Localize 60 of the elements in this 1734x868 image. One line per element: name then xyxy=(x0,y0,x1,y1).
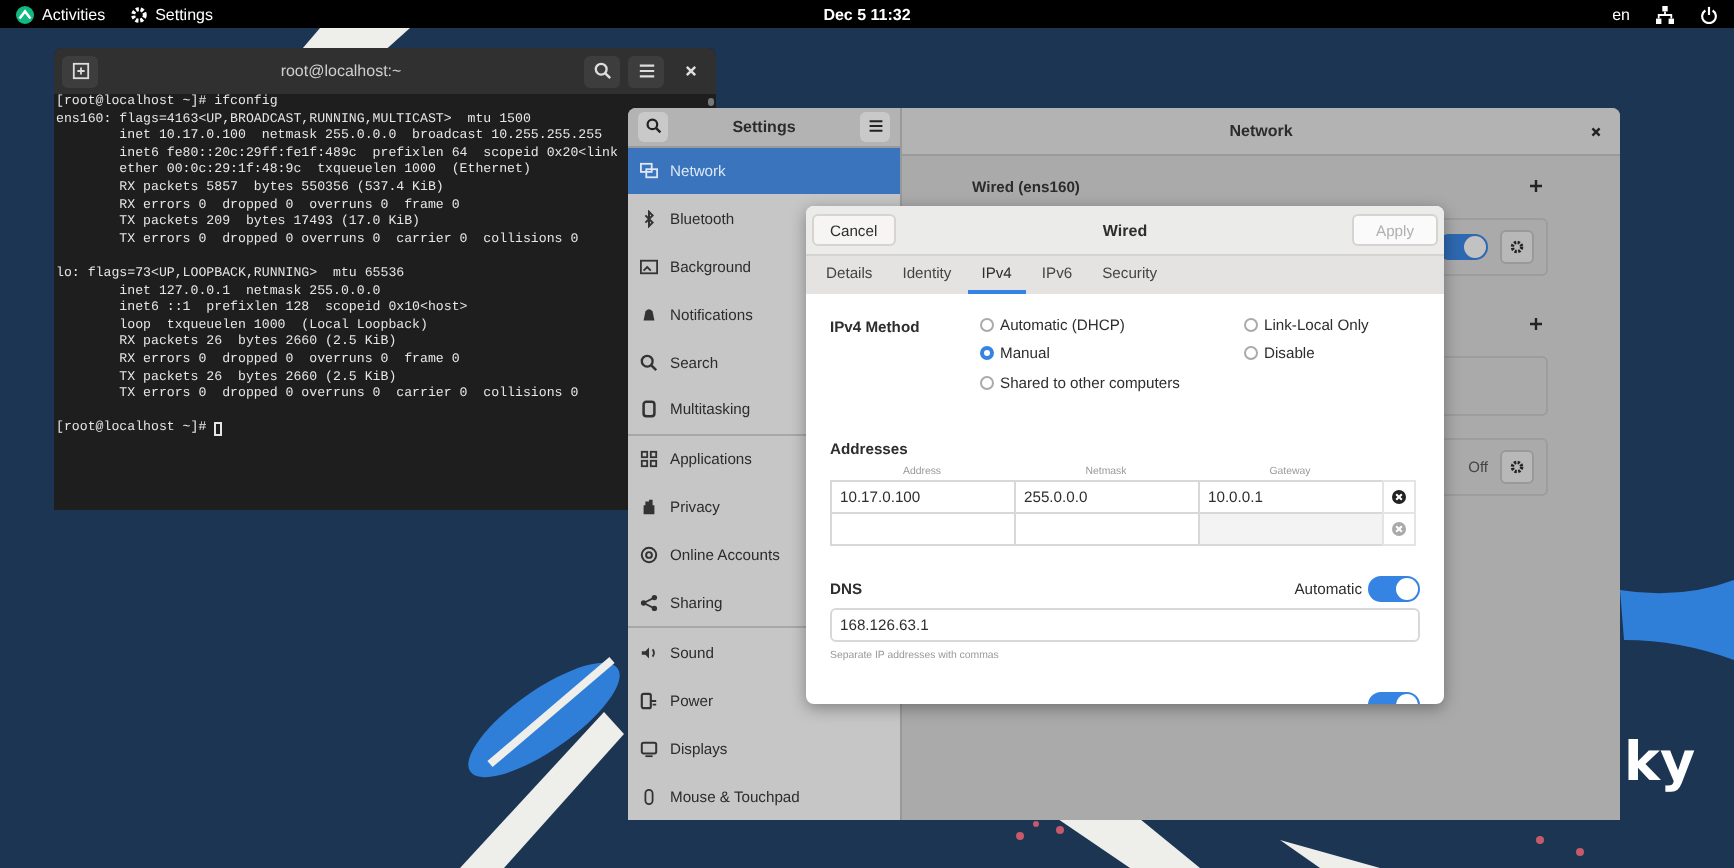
gear-icon xyxy=(1510,240,1524,254)
image-icon xyxy=(640,257,658,276)
window-title: Network xyxy=(1229,122,1293,140)
close-icon xyxy=(1590,126,1602,138)
radio-button[interactable] xyxy=(1244,317,1258,332)
app-menu-button[interactable]: Settings xyxy=(129,5,213,23)
remove-icon[interactable] xyxy=(1392,489,1406,503)
hand-icon xyxy=(640,498,658,517)
sidebar-title: Settings xyxy=(730,117,798,136)
keyboard-layout-indicator[interactable]: en xyxy=(1612,5,1630,23)
toggle-switch[interactable] xyxy=(1368,575,1420,601)
battery-icon xyxy=(640,691,658,710)
window-title: root@localhost:~ xyxy=(278,62,404,80)
close-button[interactable] xyxy=(1590,126,1602,138)
radio-button[interactable] xyxy=(980,317,994,332)
search-icon xyxy=(593,62,611,80)
bell-icon xyxy=(640,305,658,324)
radio-button[interactable] xyxy=(980,375,994,390)
share-icon xyxy=(640,593,658,612)
input-field[interactable] xyxy=(830,511,1016,545)
at-icon xyxy=(640,546,658,565)
dots-drawing xyxy=(1016,821,1064,840)
clock[interactable]: Dec 5 11:32 xyxy=(823,5,911,23)
gear-icon xyxy=(1510,460,1524,474)
menu-button[interactable] xyxy=(628,55,664,87)
dots-drawing xyxy=(1536,836,1584,856)
search-button[interactable] xyxy=(584,55,620,87)
add-icon[interactable] xyxy=(1530,318,1542,330)
power-icon[interactable] xyxy=(1700,5,1718,23)
logo-icon xyxy=(16,5,34,23)
menu-button[interactable] xyxy=(860,111,890,142)
menu-icon xyxy=(867,118,883,135)
search-icon xyxy=(645,118,661,135)
gear-icon xyxy=(129,5,148,23)
add-icon[interactable] xyxy=(1530,180,1542,192)
settings-button[interactable] xyxy=(1500,450,1534,484)
bluetooth-icon xyxy=(640,209,658,228)
search-button[interactable] xyxy=(638,111,668,142)
multitask-icon xyxy=(640,400,658,419)
new-tab-button[interactable] xyxy=(62,55,98,87)
activities-button[interactable]: Activities xyxy=(16,5,106,23)
search-icon xyxy=(640,353,658,372)
mouse-icon xyxy=(640,787,658,806)
network-icon[interactable] xyxy=(1656,5,1674,23)
radio-button[interactable] xyxy=(980,346,994,361)
plus-square-icon xyxy=(71,62,89,80)
scrollbar[interactable] xyxy=(708,98,714,106)
settings-button[interactable] xyxy=(1500,230,1534,264)
wallpaper-logo-text: ky xyxy=(1624,732,1696,794)
stripe-drawing xyxy=(1280,840,1380,868)
monitor-icon xyxy=(640,739,658,758)
dialog-title: Wired xyxy=(1102,221,1148,239)
network-icon xyxy=(640,161,658,180)
brush-stroke-drawing xyxy=(1620,580,1734,660)
speaker-icon xyxy=(640,643,658,662)
grid-icon xyxy=(640,450,658,469)
menu-icon xyxy=(637,62,655,80)
radio-button[interactable] xyxy=(1244,346,1258,361)
close-icon xyxy=(683,64,697,78)
text-cursor xyxy=(214,422,223,437)
